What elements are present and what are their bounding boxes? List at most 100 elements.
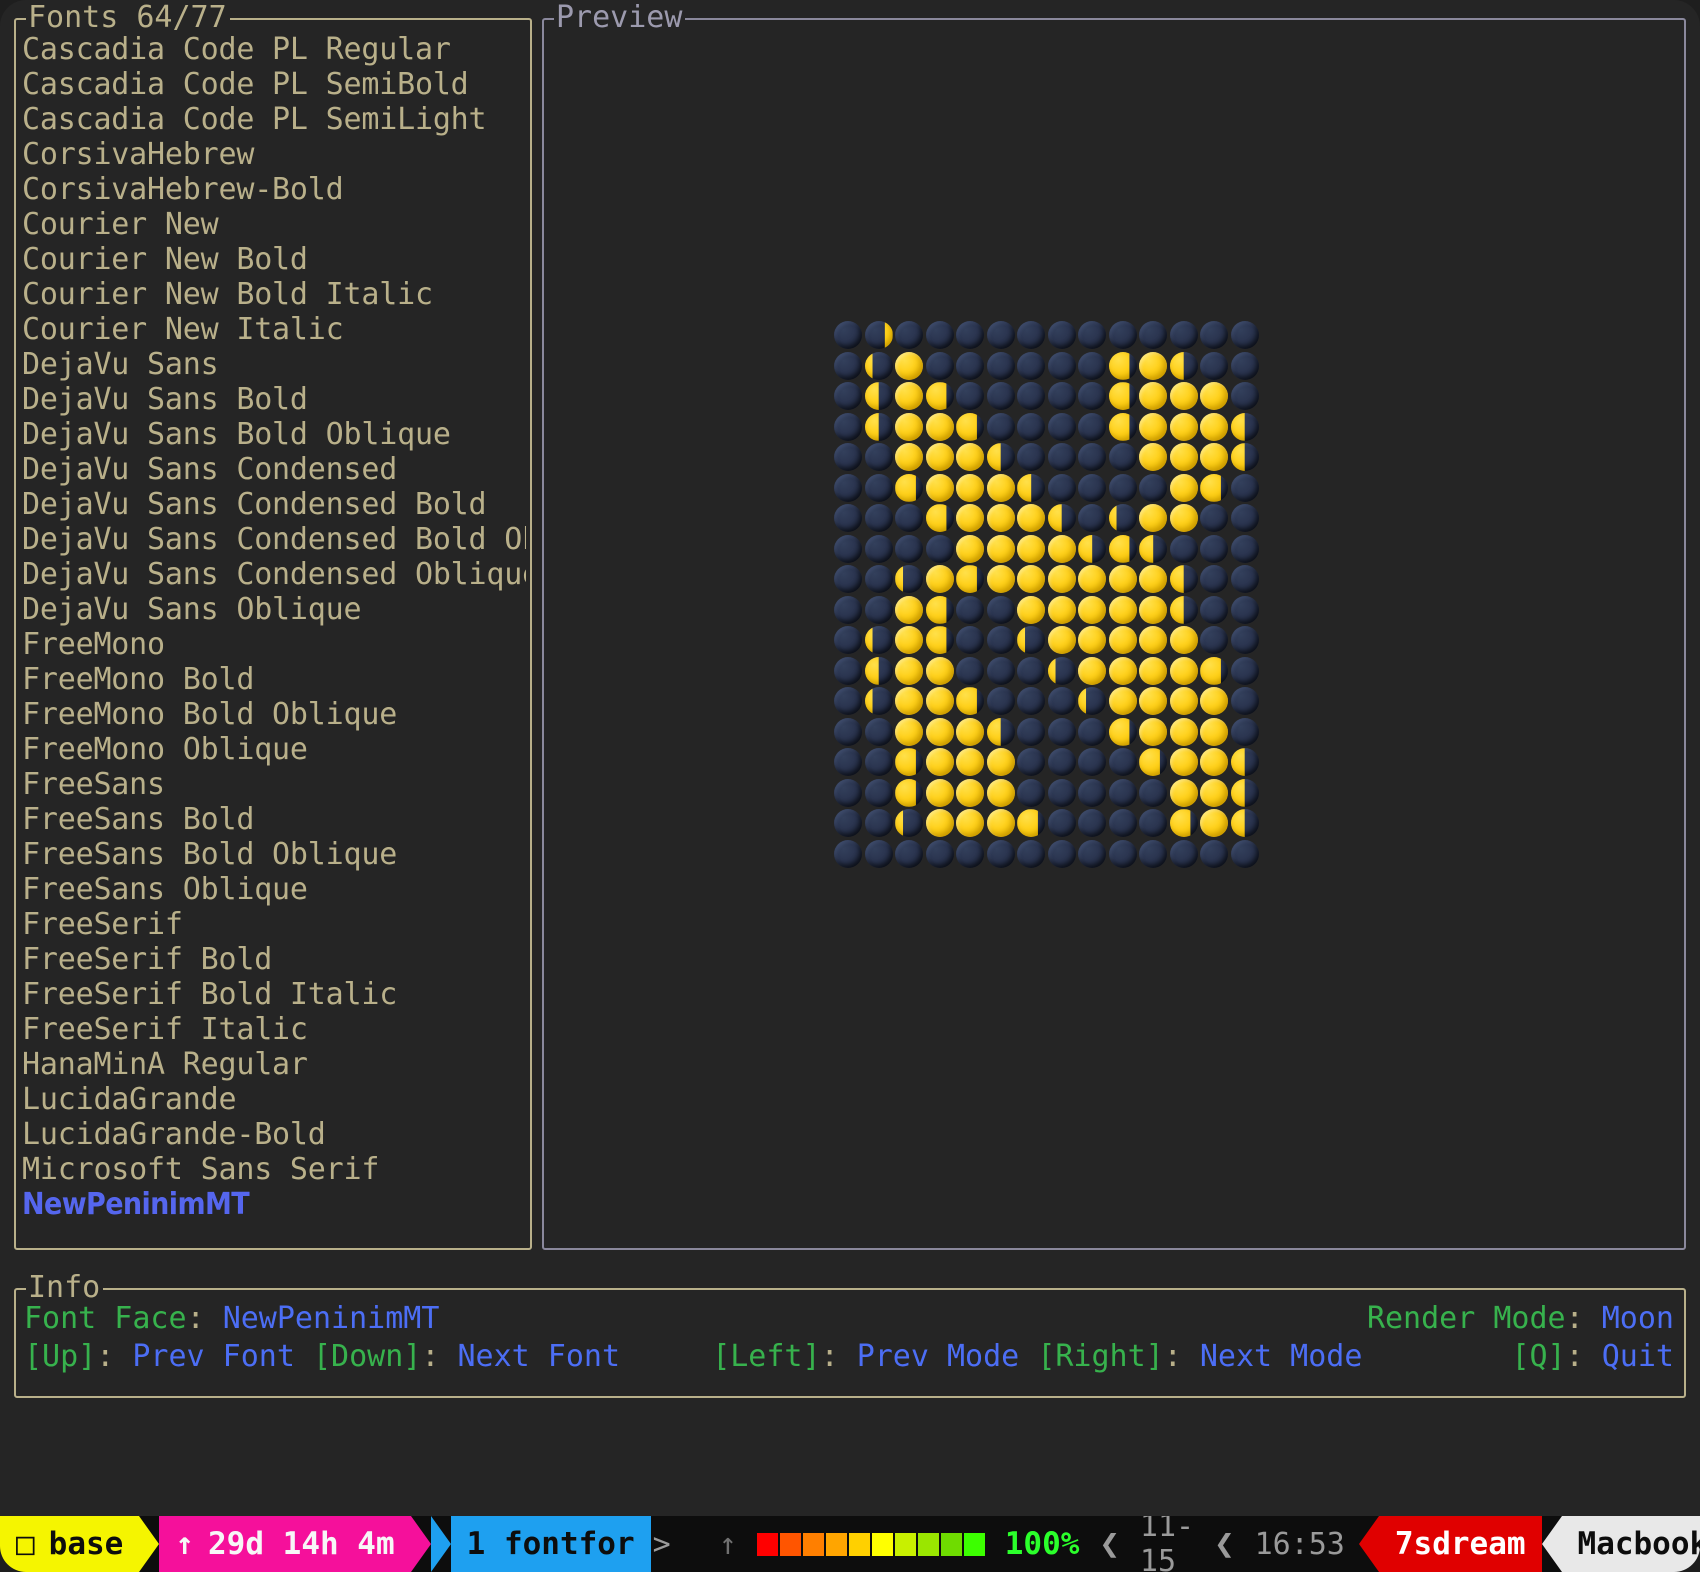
- font-list-item[interactable]: FreeMono Bold: [22, 662, 526, 697]
- moon-cell: [864, 473, 895, 504]
- moon-cell: [1199, 747, 1230, 778]
- moon-cell: [925, 656, 956, 687]
- moon-cell: [1016, 442, 1047, 473]
- font-face-label: Font Face: [24, 1301, 187, 1336]
- font-list-item[interactable]: DejaVu Sans Condensed Bold Obl: [22, 522, 526, 557]
- moon-cell: [1199, 473, 1230, 504]
- moon-cell: [986, 381, 1017, 412]
- font-list-item[interactable]: FreeSerif Bold: [22, 942, 526, 977]
- status-env-segment[interactable]: □ base: [0, 1516, 140, 1572]
- status-session-segment[interactable]: 1 fontfor: [450, 1516, 651, 1572]
- status-battery-segment[interactable]: ↑ 100%: [685, 1516, 1094, 1572]
- moon-cell: [1108, 625, 1139, 656]
- moon-cell: [1047, 686, 1078, 717]
- moon-cell: [894, 686, 925, 717]
- moon-cell: [1230, 778, 1261, 809]
- moon-cell: [1108, 351, 1139, 382]
- font-list-item[interactable]: Courier New Bold Italic: [22, 277, 526, 312]
- status-uptime-segment[interactable]: ↑ 29d 14h 4m: [159, 1516, 411, 1572]
- terminal-window: Fonts 64/77 Cascadia Code PL Regular Casc…: [0, 0, 1700, 1572]
- moon-cell: [1047, 381, 1078, 412]
- font-list-item[interactable]: Courier New Bold: [22, 242, 526, 277]
- moon-cell: [1077, 595, 1108, 626]
- battery-charging-icon: ↑: [718, 1526, 737, 1562]
- moon-cell: [1230, 656, 1261, 687]
- status-time: 16:53: [1254, 1526, 1345, 1562]
- moon-cell: [1108, 534, 1139, 565]
- moon-cell: [894, 534, 925, 565]
- key-left[interactable]: [Left]: [712, 1339, 820, 1374]
- moon-cell: [1077, 686, 1108, 717]
- battery-meter: [756, 1532, 985, 1556]
- font-list-item[interactable]: CorsivaHebrew: [22, 137, 526, 172]
- font-list-item[interactable]: DejaVu Sans Condensed Bold: [22, 487, 526, 522]
- key-down[interactable]: [Down]: [313, 1339, 421, 1374]
- moon-cell: [1016, 381, 1047, 412]
- moon-cell: [1199, 412, 1230, 443]
- moon-cell: [1230, 412, 1261, 443]
- font-list-item[interactable]: Cascadia Code PL SemiBold: [22, 67, 526, 102]
- font-list-item[interactable]: FreeMono: [22, 627, 526, 662]
- font-list-item[interactable]: DejaVu Sans Condensed Oblique: [22, 557, 526, 592]
- font-list-item[interactable]: FreeSans Oblique: [22, 872, 526, 907]
- moon-cell: [864, 381, 895, 412]
- font-list-item[interactable]: Microsoft Sans Serif: [22, 1152, 526, 1187]
- moon-cell: [955, 320, 986, 351]
- font-list-item[interactable]: CorsivaHebrew-Bold: [22, 172, 526, 207]
- font-list-item[interactable]: Cascadia Code PL Regular: [22, 32, 526, 67]
- fonts-panel: Fonts 64/77 Cascadia Code PL Regular Casc…: [14, 1, 532, 1250]
- font-list-item[interactable]: FreeMono Bold Oblique: [22, 697, 526, 732]
- fonts-list[interactable]: Cascadia Code PL Regular Cascadia Code PL…: [22, 32, 526, 1244]
- font-list-item[interactable]: FreeSans Bold: [22, 802, 526, 837]
- font-list-item[interactable]: FreeSans: [22, 767, 526, 802]
- font-list-item[interactable]: Courier New: [22, 207, 526, 242]
- font-list-item[interactable]: Cascadia Code PL SemiLight: [22, 102, 526, 137]
- moon-glyph-grid: [833, 320, 1260, 869]
- moon-cell: [955, 808, 986, 839]
- font-list-item[interactable]: HanaMinA Regular: [22, 1047, 526, 1082]
- key-right[interactable]: [Right]: [1037, 1339, 1163, 1374]
- key-up[interactable]: [Up]: [24, 1339, 96, 1374]
- moon-cell: [833, 534, 864, 565]
- moon-cell: [1108, 686, 1139, 717]
- preview-panel: Preview: [542, 1, 1686, 1250]
- font-list-item[interactable]: FreeSerif Bold Italic: [22, 977, 526, 1012]
- info-line-1: Font Face: NewPeninimMT Render Mode: Moo…: [16, 1300, 1684, 1338]
- preview-panel-title: Preview: [554, 1, 686, 35]
- font-list-item[interactable]: LucidaGrande: [22, 1082, 526, 1117]
- moon-cell: [1169, 656, 1200, 687]
- font-list-item[interactable]: FreeSerif: [22, 907, 526, 942]
- key-up-action: Prev Font: [132, 1339, 295, 1374]
- moon-cell: [1138, 808, 1169, 839]
- font-list-item[interactable]: DejaVu Sans: [22, 347, 526, 382]
- font-list-item[interactable]: DejaVu Sans Oblique: [22, 592, 526, 627]
- moon-cell: [1016, 808, 1047, 839]
- font-list-item[interactable]: Courier New Italic: [22, 312, 526, 347]
- font-list-item[interactable]: DejaVu Sans Bold: [22, 382, 526, 417]
- moon-cell: [1230, 534, 1261, 565]
- fonts-panel-title: Fonts 64/77: [26, 1, 230, 35]
- quit-group: [Q]: Quit: [1511, 1338, 1674, 1376]
- moon-cell: [1016, 564, 1047, 595]
- font-list-item-selected[interactable]: NewPeninimMT: [22, 1187, 526, 1222]
- font-list-item[interactable]: DejaVu Sans Condensed: [22, 452, 526, 487]
- moon-cell: [986, 564, 1017, 595]
- moon-cell: [1199, 564, 1230, 595]
- moon-cell: [864, 564, 895, 595]
- font-list-item[interactable]: FreeSerif Italic: [22, 1012, 526, 1047]
- moon-cell: [1199, 778, 1230, 809]
- font-list-item[interactable]: FreeSans Bold Oblique: [22, 837, 526, 872]
- status-host-segment[interactable]: Macbook: [1561, 1516, 1700, 1572]
- moon-cell: [1169, 625, 1200, 656]
- font-list-item[interactable]: FreeMono Oblique: [22, 732, 526, 767]
- moon-cell: [1199, 656, 1230, 687]
- font-list-item[interactable]: LucidaGrande-Bold: [22, 1117, 526, 1152]
- key-quit[interactable]: [Q]: [1511, 1339, 1565, 1374]
- render-mode-colon: :: [1565, 1301, 1584, 1336]
- status-user-segment[interactable]: 7sdream: [1378, 1516, 1542, 1572]
- moon-cell: [1077, 412, 1108, 443]
- moon-cell: [833, 656, 864, 687]
- moon-cell: [1047, 473, 1078, 504]
- moon-cell: [925, 686, 956, 717]
- font-list-item[interactable]: DejaVu Sans Bold Oblique: [22, 417, 526, 452]
